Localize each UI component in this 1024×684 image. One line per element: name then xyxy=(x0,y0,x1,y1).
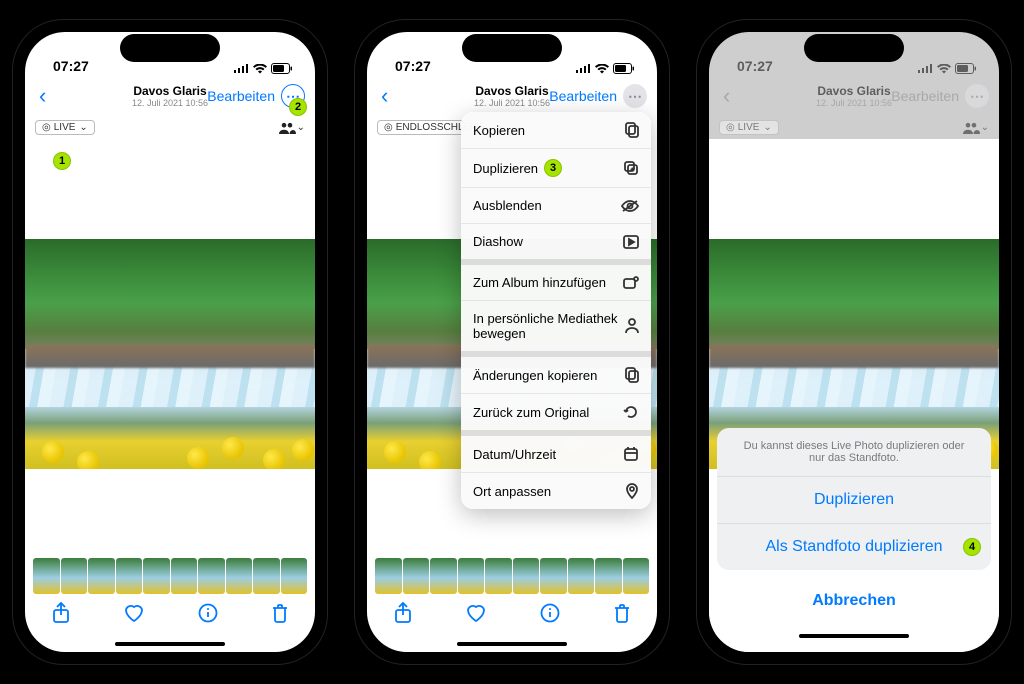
clock: 07:27 xyxy=(737,58,773,74)
shared-people-button[interactable]: ⌄ xyxy=(278,122,305,134)
back-button: ‹ xyxy=(719,83,734,109)
status-icons xyxy=(233,63,293,74)
status-icons xyxy=(575,63,635,74)
info-button[interactable] xyxy=(198,603,218,629)
menu-copy-edits[interactable]: Änderungen kopieren xyxy=(461,357,651,393)
sheet-cancel[interactable]: Abbrechen xyxy=(717,578,991,624)
menu-revert[interactable]: Zurück zum Original xyxy=(461,393,651,430)
sheet-message: Du kannst dieses Live Photo duplizieren … xyxy=(717,428,991,476)
photo-viewer[interactable] xyxy=(25,139,315,596)
back-button[interactable]: ‹ xyxy=(35,83,50,109)
dynamic-island xyxy=(804,34,904,62)
context-menu: Kopieren Duplizieren 3 Ausblenden Diasho… xyxy=(461,112,651,509)
phone-3: 07:27 ‹ Davos Glaris 12. Juli 2021 10:56… xyxy=(697,20,1011,664)
callout-1: 1 xyxy=(53,152,71,170)
dynamic-island xyxy=(120,34,220,62)
dynamic-island xyxy=(462,34,562,62)
favorite-button[interactable] xyxy=(465,603,487,629)
filmstrip[interactable] xyxy=(25,558,315,594)
share-button[interactable] xyxy=(394,602,412,630)
menu-add-album[interactable]: Zum Album hinzufügen xyxy=(461,265,651,300)
nav-bar: ‹ Davos Glaris 12. Juli 2021 10:56 Bearb… xyxy=(367,76,657,116)
home-indicator[interactable] xyxy=(367,636,657,652)
menu-location[interactable]: Ort anpassen xyxy=(461,472,651,509)
nav-bar: ‹ Davos Glaris 12. Juli 2021 10:56 Bearb… xyxy=(25,76,315,116)
sheet-as-still[interactable]: Als Standfoto duplizieren 4 xyxy=(717,523,991,570)
bottom-toolbar xyxy=(367,596,657,636)
callout-3: 3 xyxy=(544,159,562,177)
home-indicator[interactable] xyxy=(717,628,991,644)
more-button-active[interactable]: ⋯ xyxy=(623,84,647,108)
edit-button[interactable]: Bearbeiten xyxy=(549,88,617,104)
callout-4: 4 xyxy=(963,538,981,556)
edit-button: Bearbeiten xyxy=(891,88,959,104)
home-indicator[interactable] xyxy=(25,636,315,652)
menu-hide[interactable]: Ausblenden xyxy=(461,187,651,223)
phone-2: 07:27 ‹ Davos Glaris 12. Juli 2021 10:56… xyxy=(355,20,669,664)
live-badge[interactable]: LIVE xyxy=(35,120,95,135)
info-button[interactable] xyxy=(540,603,560,629)
sheet-duplicate[interactable]: Duplizieren xyxy=(717,476,991,523)
clock: 07:27 xyxy=(395,58,431,74)
trash-button[interactable] xyxy=(613,603,631,629)
bottom-toolbar xyxy=(25,596,315,636)
callout-2: 2 xyxy=(289,98,307,116)
trash-button[interactable] xyxy=(271,603,289,629)
menu-slideshow[interactable]: Diashow xyxy=(461,223,651,259)
photo xyxy=(25,239,315,469)
live-badge: LIVE xyxy=(719,120,779,135)
more-button: ⋯ xyxy=(965,84,989,108)
menu-duplicate[interactable]: Duplizieren 3 xyxy=(461,148,651,187)
share-button[interactable] xyxy=(52,602,70,630)
nav-bar: ‹ Davos Glaris 12. Juli 2021 10:56 Bearb… xyxy=(709,76,999,116)
phone-1: 07:27 ‹ Davos Glaris 12. Juli 2021 10:56… xyxy=(13,20,327,664)
favorite-button[interactable] xyxy=(123,603,145,629)
edit-button[interactable]: Bearbeiten xyxy=(207,88,275,104)
menu-datetime[interactable]: Datum/Uhrzeit xyxy=(461,436,651,472)
menu-move-library[interactable]: In persönliche Mediathek bewegen xyxy=(461,300,651,351)
back-button[interactable]: ‹ xyxy=(377,83,392,109)
clock: 07:27 xyxy=(53,58,89,74)
shared-people-button: ⌄ xyxy=(962,122,989,134)
action-sheet: Du kannst dieses Live Photo duplizieren … xyxy=(717,428,991,644)
status-icons xyxy=(917,63,977,74)
filmstrip[interactable] xyxy=(367,558,657,594)
menu-copy[interactable]: Kopieren xyxy=(461,112,651,148)
